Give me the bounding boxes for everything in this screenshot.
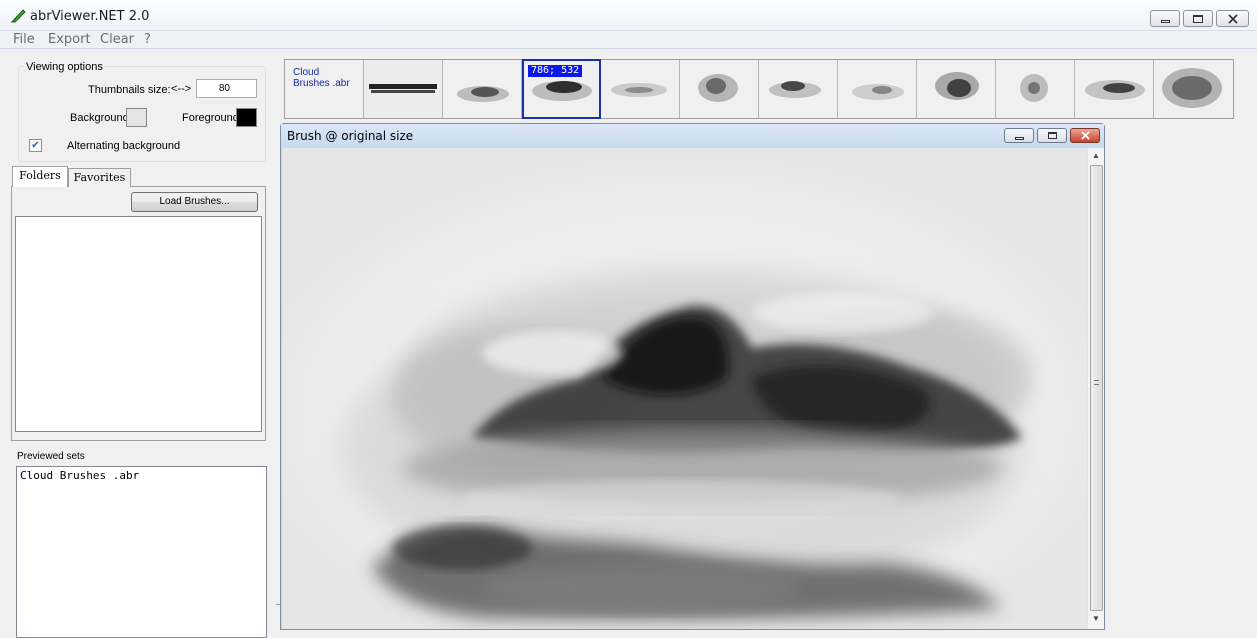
- minimize-icon: [1014, 136, 1024, 140]
- cloud-brush-preview: [698, 74, 738, 102]
- tab-favorites[interactable]: Favorites: [68, 168, 131, 187]
- thumb-size-label: Thumbnails size:: [88, 84, 171, 96]
- child-minimize-button[interactable]: [1004, 128, 1034, 143]
- brush-canvas[interactable]: [282, 148, 1087, 629]
- cloud-brush-preview: [1162, 68, 1222, 108]
- cloud-brush-preview: [611, 83, 667, 97]
- scroll-down-arrow-icon[interactable]: ▼: [1092, 614, 1100, 623]
- cloud-brush-preview: [1020, 74, 1048, 102]
- folder-tree[interactable]: [15, 216, 262, 432]
- cloud-brush-preview: [852, 84, 904, 100]
- scrollbar-thumb[interactable]: [1090, 165, 1103, 611]
- minimize-icon: [1160, 20, 1170, 23]
- background-color-swatch[interactable]: [126, 108, 147, 127]
- tab-folders[interactable]: Folders: [12, 166, 68, 187]
- thumbnail-set-name[interactable]: Cloud Brushes .abr: [285, 60, 364, 118]
- alternating-background-checkbox[interactable]: ✔: [29, 139, 42, 152]
- background-label: Background:: [70, 112, 132, 124]
- thumbnail-brush-3[interactable]: 786; 532: [522, 59, 601, 119]
- cloud-brush-preview: [457, 86, 509, 102]
- thumbnail-brush-10[interactable]: [1075, 60, 1154, 118]
- thumbnail-brush-11[interactable]: [1154, 60, 1233, 118]
- cloud-brush-preview: [935, 72, 979, 100]
- thumbnail-brush-6[interactable]: [759, 60, 838, 118]
- thumbnail-brush-4[interactable]: [601, 60, 680, 118]
- child-maximize-button[interactable]: [1037, 128, 1067, 143]
- load-brushes-button[interactable]: Load Brushes...: [131, 192, 258, 212]
- previewed-sets-label: Previewed sets: [17, 451, 85, 462]
- set-name-label: Cloud Brushes .abr: [293, 67, 350, 89]
- close-icon: [1080, 131, 1090, 140]
- thumbnail-brush-8[interactable]: [917, 60, 996, 118]
- thumbnail-strip: Cloud Brushes .abr 786; 532: [284, 59, 1234, 119]
- title-bar: abrViewer.NET 2.0: [0, 0, 1257, 31]
- app-feather-icon: [10, 9, 26, 23]
- menu-export[interactable]: Export: [48, 32, 91, 47]
- child-window-title: Brush @ original size: [287, 129, 414, 143]
- thumb-size-arrow: <-->: [171, 83, 192, 95]
- thumb-size-input[interactable]: 80: [196, 79, 257, 98]
- foreground-color-swatch[interactable]: [236, 108, 257, 127]
- cloud-brush-image: [282, 148, 1087, 629]
- child-title-bar: Brush @ original size: [281, 124, 1104, 148]
- selected-thumbnail-coordinates: 786; 532: [528, 65, 583, 77]
- child-close-button[interactable]: [1070, 128, 1100, 143]
- foreground-label: Foreground:: [182, 112, 242, 124]
- close-button[interactable]: [1216, 10, 1249, 27]
- maximize-icon: [1193, 14, 1203, 23]
- thumbnail-brush-2[interactable]: [443, 60, 522, 118]
- menu-bar: File Export Clear ?: [0, 31, 1257, 49]
- maximize-icon: [1047, 132, 1057, 139]
- menu-file[interactable]: File: [13, 32, 35, 47]
- menu-help[interactable]: ?: [144, 32, 151, 47]
- scroll-up-arrow-icon[interactable]: ▲: [1092, 151, 1100, 160]
- menu-clear[interactable]: Clear: [100, 32, 134, 47]
- viewing-options-legend: Viewing options: [24, 61, 105, 73]
- maximize-button[interactable]: [1183, 10, 1213, 27]
- close-icon: [1227, 13, 1238, 24]
- brush-preview-window: Brush @ original size ▲ ▼: [280, 123, 1105, 630]
- brush-text-preview: [369, 84, 437, 93]
- window-title: abrViewer.NET 2.0: [30, 9, 150, 24]
- alternating-background-label: Alternating background: [67, 140, 181, 152]
- cloud-brush-preview: [1085, 80, 1145, 100]
- thumbnail-brush-9[interactable]: [996, 60, 1075, 118]
- thumbnail-brush-1[interactable]: [364, 60, 443, 118]
- thumbnail-brush-5[interactable]: [680, 60, 759, 118]
- grip-icon: [1094, 380, 1099, 385]
- list-item[interactable]: Cloud Brushes .abr: [20, 469, 139, 482]
- vertical-scrollbar[interactable]: ▲ ▼: [1087, 148, 1104, 629]
- minimize-button[interactable]: [1150, 10, 1180, 27]
- cloud-brush-preview: [769, 81, 821, 98]
- thumbnail-brush-7[interactable]: [838, 60, 917, 118]
- previewed-sets-list[interactable]: Cloud Brushes .abr: [16, 466, 267, 638]
